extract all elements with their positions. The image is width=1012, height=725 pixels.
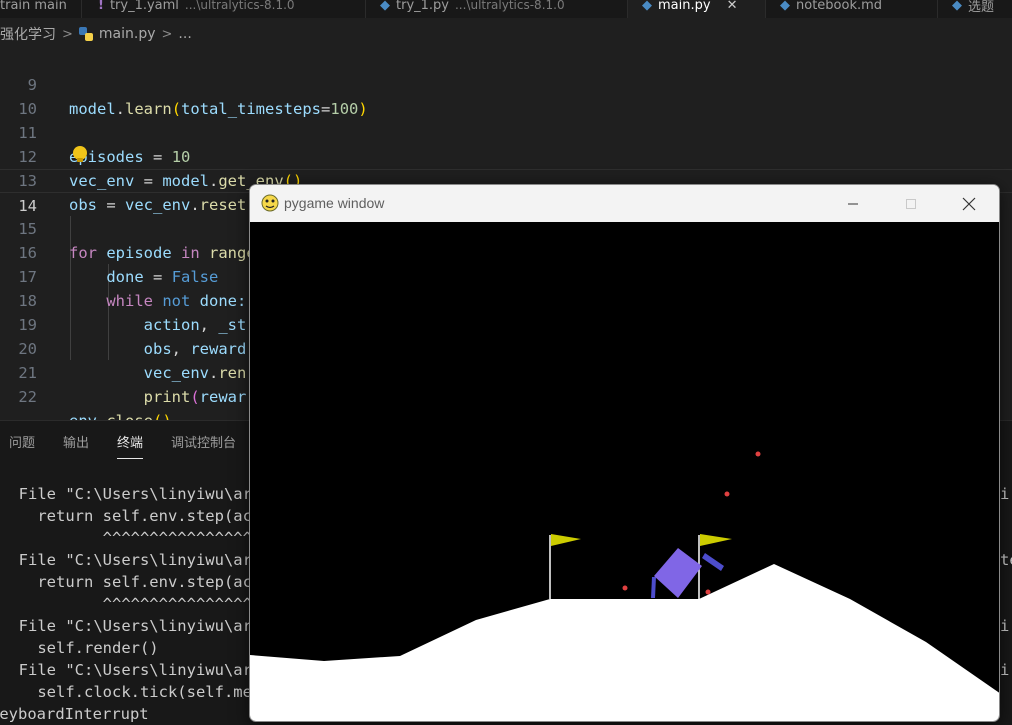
yaml-file-icon: ! xyxy=(98,0,104,13)
chevron-right-icon: > xyxy=(161,26,173,42)
breadcrumb: 强化学习 > main.py > ... xyxy=(0,22,192,46)
code-line[interactable]: 13 obs = vec_env.reset() xyxy=(0,145,1012,214)
tab-output[interactable]: 输出 xyxy=(63,431,89,459)
terminal-line: KeyboardInterrupt xyxy=(0,705,149,723)
tab-path: ...\ultralytics-8.1.0 xyxy=(184,0,295,12)
terminal-line-fragment: ir xyxy=(1000,661,1012,679)
code-line[interactable]: 12 vec_env = model.get_env() xyxy=(0,121,1012,190)
tab-label: main.py xyxy=(658,0,711,13)
window-title-bar[interactable]: pygame window xyxy=(250,185,999,222)
tab-label: train main xyxy=(0,0,67,13)
particle xyxy=(622,585,628,591)
python-file-icon xyxy=(78,27,93,41)
maximize-icon[interactable] xyxy=(888,185,934,222)
particle xyxy=(724,491,730,497)
particle xyxy=(705,589,711,595)
panel-tabs: 问题 输出 终端 调试控制台 xyxy=(0,431,236,461)
tab-label: notebook.md xyxy=(796,0,883,13)
tab-label: try_1.yaml xyxy=(109,0,179,13)
python-file-icon: ◆ xyxy=(380,0,390,13)
terminal-line: File "C:\Users\linyiwu\ar xyxy=(0,617,252,635)
terminal-line: return self.env.step(ac xyxy=(0,507,252,525)
breadcrumb-folder[interactable]: 强化学习 xyxy=(0,24,56,44)
breadcrumb-more[interactable]: ... xyxy=(178,26,191,42)
terminal-line: File "C:\Users\linyiwu\ar xyxy=(0,485,252,503)
tab-try-1-py[interactable]: ◆ try_1.py ...\ultralytics-8.1.0 xyxy=(366,0,628,18)
window-title: pygame window xyxy=(284,195,385,211)
chevron-right-icon: > xyxy=(62,26,73,42)
tab-train-main[interactable]: train main xyxy=(0,0,82,18)
code-line[interactable]: 11 episodes = 10 xyxy=(0,97,1012,166)
tab-label: 选题 xyxy=(968,0,995,15)
tab-terminal[interactable]: 终端 xyxy=(117,431,144,459)
close-icon[interactable] xyxy=(946,185,992,222)
lightbulb-icon[interactable] xyxy=(73,146,87,162)
lander-leg-left xyxy=(651,577,656,598)
code-line[interactable]: 10 xyxy=(0,73,1012,118)
markdown-file-icon: ◆ xyxy=(780,0,790,13)
line-number: 22 xyxy=(18,388,37,406)
terminal-line: self.render() xyxy=(0,639,159,657)
tab-path: ...\ultralytics-8.1.0 xyxy=(454,0,565,12)
flag-left xyxy=(551,534,581,546)
game-canvas[interactable] xyxy=(250,222,999,721)
tab-label: try_1.py xyxy=(396,0,449,13)
flag-right xyxy=(700,534,732,546)
pygame-snake-icon xyxy=(261,194,279,212)
terminal-line: File "C:\Users\linyiwu\ar xyxy=(0,551,252,569)
lunar-lander-scene xyxy=(250,451,999,721)
terminal-line-fragment: ir xyxy=(1000,485,1012,503)
terminal-line-fragment: te xyxy=(1000,551,1012,569)
terminal-line: self.clock.tick(self.me xyxy=(0,683,252,701)
tab-problems[interactable]: 问题 xyxy=(9,431,35,459)
python-file-icon: ◆ xyxy=(642,0,652,13)
tab-debug-console[interactable]: 调试控制台 xyxy=(171,431,236,459)
terminal-line: return self.env.step(ac xyxy=(0,573,252,591)
markdown-file-icon: ◆ xyxy=(952,0,962,13)
tab-main-py[interactable]: ◆ main.py ✕ xyxy=(628,0,766,18)
code-text: print(rewar xyxy=(143,388,247,406)
minimize-icon[interactable] xyxy=(830,185,876,222)
terminal-line: ^^^^^^^^^^^^^^^^ xyxy=(0,595,252,613)
lander-leg-right xyxy=(702,553,724,571)
code-line[interactable]: 9 model.learn(total_timesteps=100) xyxy=(0,49,1012,118)
tab-notebook-md[interactable]: ◆ notebook.md xyxy=(766,0,938,18)
particle xyxy=(755,451,761,457)
breadcrumb-file[interactable]: main.py xyxy=(99,26,156,42)
lander-body xyxy=(654,548,702,598)
close-icon[interactable]: ✕ xyxy=(727,0,738,13)
terminal-line-fragment: ir xyxy=(1000,617,1012,635)
terminal-line: ^^^^^^^^^^^^^^^^ xyxy=(0,529,252,547)
terminal-line: File "C:\Users\linyiwu\ar xyxy=(0,661,252,679)
tab-try-1-yaml[interactable]: ! try_1.yaml ...\ultralytics-8.1.0 xyxy=(84,0,366,18)
pygame-window[interactable]: pygame window xyxy=(249,184,1000,722)
editor-tab-bar: train main ! try_1.yaml ...\ultralytics-… xyxy=(0,0,1012,18)
tab-xuanti[interactable]: ◆ 选题 xyxy=(938,0,1012,18)
